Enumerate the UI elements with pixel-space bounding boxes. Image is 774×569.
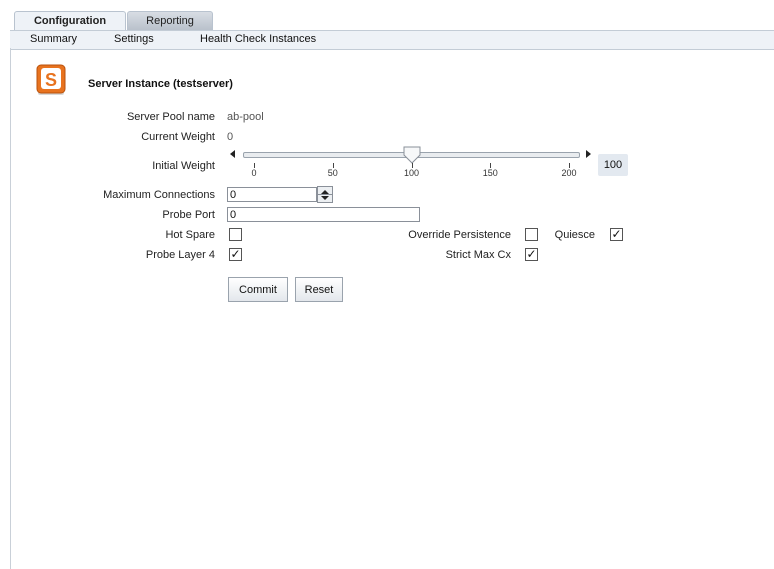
strict-max-cx-label: Strict Max Cx: [445, 249, 511, 261]
subnav-health-check-instances[interactable]: Health Check Instances: [200, 33, 316, 45]
server-pool-value: ab-pool: [227, 111, 264, 123]
subnav-summary[interactable]: Summary: [30, 33, 77, 45]
initial-weight-value: 100: [598, 154, 628, 176]
slider-tick-label: 200: [561, 168, 577, 178]
hot-spare-label: Hot Spare: [165, 229, 215, 241]
quiesce-label: Quiesce: [554, 229, 595, 241]
content-left-border: [10, 48, 11, 569]
commit-button[interactable]: Commit: [228, 277, 288, 302]
slider-left-arrow[interactable]: [230, 150, 235, 158]
page-title: Server Instance (testserver): [88, 78, 233, 90]
initial-weight-label: Initial Weight: [152, 160, 215, 172]
max-connections-input[interactable]: [227, 187, 317, 202]
slider-tick-label: 100: [403, 168, 420, 178]
override-persistence-label: Override Persistence: [408, 229, 511, 241]
probe-layer4-checkbox[interactable]: ✓: [229, 248, 242, 261]
tab-bar: Configuration Reporting: [0, 0, 774, 30]
initial-weight-slider[interactable]: 0 50 100 150 200: [230, 146, 596, 182]
server-pool-label: Server Pool name: [126, 111, 215, 123]
hot-spare-checkbox[interactable]: [229, 228, 242, 241]
svg-text:S: S: [45, 70, 57, 90]
tab-reporting[interactable]: Reporting: [127, 11, 213, 30]
slider-tick-label: 0: [251, 168, 257, 178]
probe-port-input[interactable]: [227, 207, 420, 222]
probe-port-label: Probe Port: [162, 209, 215, 221]
reset-button[interactable]: Reset: [295, 277, 343, 302]
max-connections-label: Maximum Connections: [103, 189, 215, 201]
strict-max-cx-checkbox[interactable]: ✓: [525, 248, 538, 261]
quiesce-checkbox[interactable]: ✓: [610, 228, 623, 241]
server-s-icon: S: [36, 64, 70, 98]
subnav-settings[interactable]: Settings: [114, 33, 154, 45]
slider-tick-label: 150: [482, 168, 498, 178]
sub-navigation: Summary Settings Health Check Instances: [10, 30, 774, 50]
probe-layer4-label: Probe Layer 4: [145, 249, 215, 261]
current-weight-value: 0: [227, 131, 234, 143]
slider-thumb[interactable]: [403, 146, 421, 164]
tab-configuration[interactable]: Configuration: [14, 11, 126, 30]
override-persistence-checkbox[interactable]: [525, 228, 538, 241]
max-connections-stepper[interactable]: [317, 186, 333, 203]
stepper-down-icon[interactable]: [321, 196, 329, 200]
current-weight-label: Current Weight: [141, 131, 215, 143]
slider-tick-label: 50: [327, 168, 338, 178]
slider-right-arrow[interactable]: [586, 150, 591, 158]
